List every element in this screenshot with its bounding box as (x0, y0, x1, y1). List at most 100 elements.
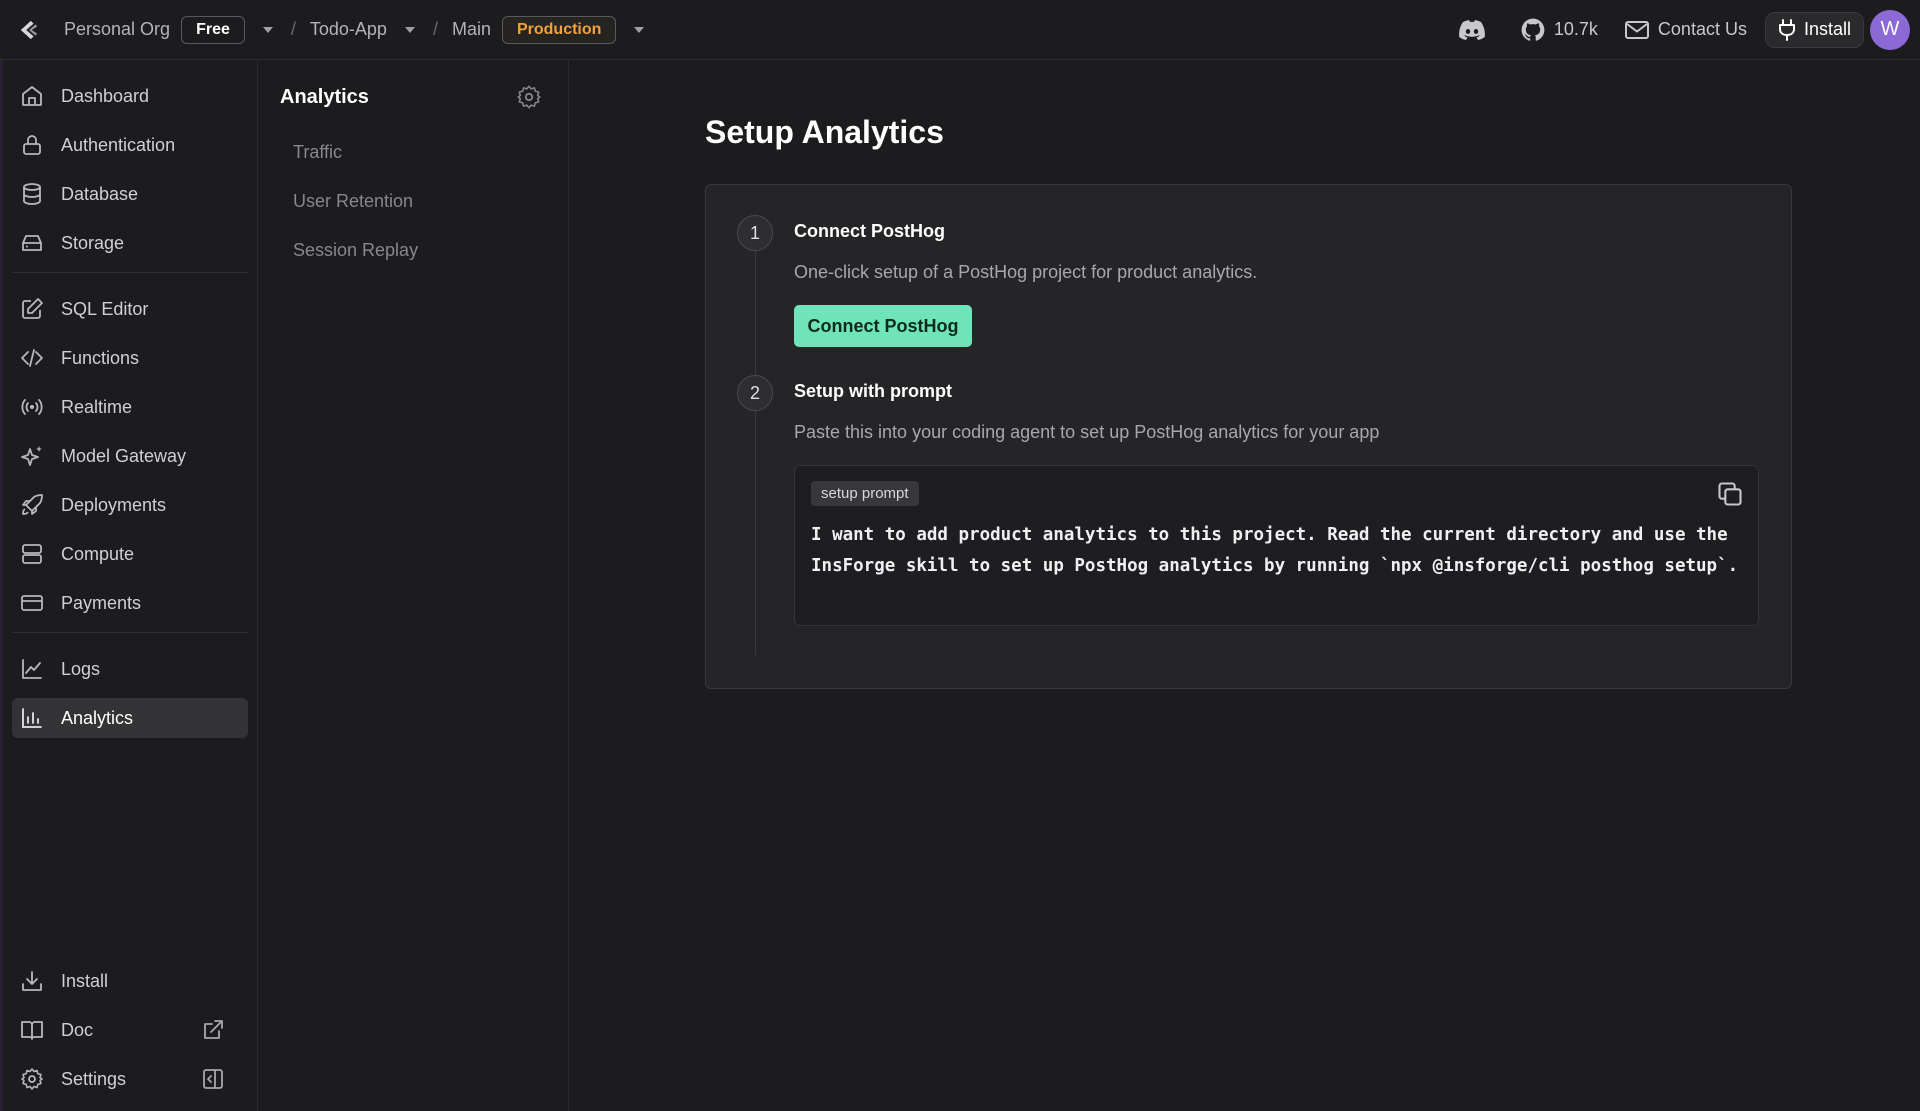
server-icon (22, 544, 42, 564)
top-bar: Personal Org Free / Todo-App / Main Prod… (0, 0, 1920, 60)
step-title: Setup with prompt (794, 381, 952, 401)
sidebar-item-label: Doc (61, 1019, 94, 1040)
sidebar-item-realtime[interactable]: Realtime (12, 387, 248, 427)
copy-icon[interactable] (1716, 480, 1744, 508)
external-link-icon[interactable] (201, 1018, 225, 1042)
sidebar-item-label: Authentication (61, 134, 176, 155)
sidebar-item-label: Dashboard (61, 85, 150, 106)
sidebar-item-dashboard[interactable]: Dashboard (12, 76, 248, 116)
subnav-item-session-replay[interactable]: Session Replay (293, 240, 418, 261)
sidebar-item-label: Deployments (61, 494, 167, 515)
main-content: Setup Analytics 1 Connect PostHog One-cl… (569, 60, 1920, 1111)
branch-dropdown-caret-icon[interactable] (634, 26, 645, 33)
sidebar-item-label: SQL Editor (61, 298, 149, 319)
step-number: 1 (737, 215, 773, 251)
sidebar-item-label: Analytics (61, 707, 134, 728)
sidebar-item-functions[interactable]: Functions (12, 338, 248, 378)
logo-icon[interactable] (18, 19, 40, 41)
broadcast-icon (21, 399, 43, 415)
setup-card: 1 Connect PostHog One-click setup of a P… (705, 184, 1792, 689)
sidebar-item-analytics[interactable]: Analytics (12, 698, 248, 738)
sparkle-icon (21, 446, 42, 466)
sidebar-edge (0, 60, 3, 1111)
sidebar: Dashboard Authentication Database Storag… (0, 60, 258, 1111)
sidebar-item-database[interactable]: Database (12, 174, 248, 214)
sidebar-item-label: Payments (61, 592, 142, 613)
contact-us-label: Contact Us (1657, 19, 1747, 39)
card-icon (21, 595, 43, 611)
sidebar-item-label: Realtime (61, 396, 133, 417)
sidebar-item-label: Storage (61, 232, 125, 253)
sidebar-item-label: Compute (61, 543, 135, 564)
project-name[interactable]: Todo-App (310, 19, 387, 40)
sidebar-item-label: Settings (61, 1068, 127, 1089)
step-description: Paste this into your coding agent to set… (794, 422, 1380, 442)
step-title: Connect PostHog (794, 221, 945, 241)
avatar[interactable]: W (1870, 9, 1910, 50)
sidebar-item-storage[interactable]: Storage (12, 223, 248, 263)
sidebar-item-install[interactable]: Install (12, 961, 248, 1001)
sidebar-item-model-gateway[interactable]: Model Gateway (12, 436, 248, 476)
contact-us-link[interactable]: Contact Us (1624, 19, 1747, 41)
project-dropdown-caret-icon[interactable] (404, 26, 415, 33)
page-title: Setup Analytics (705, 114, 944, 150)
environment-badge: Production (501, 15, 617, 44)
rocket-icon (22, 494, 43, 515)
subnav-item-traffic[interactable]: Traffic (293, 142, 342, 163)
plug-icon (1778, 18, 1795, 41)
step-description: One-click setup of a PostHog project for… (794, 262, 1258, 282)
sidebar-item-authentication[interactable]: Authentication (12, 125, 248, 165)
sidebar-divider (12, 272, 248, 273)
sidebar-item-payments[interactable]: Payments (12, 583, 248, 623)
subnav-title: Analytics (280, 86, 369, 108)
github-icon (1521, 18, 1545, 41)
download-icon (22, 971, 42, 991)
sidebar-item-sql-editor[interactable]: SQL Editor (12, 289, 248, 329)
book-icon (21, 1021, 43, 1040)
bar-chart-icon (22, 708, 42, 728)
discord-link[interactable] (1458, 19, 1494, 41)
mail-icon (1624, 20, 1649, 39)
code-icon (21, 349, 43, 367)
discord-icon (1458, 19, 1485, 40)
storage-icon (22, 235, 42, 251)
database-icon (23, 183, 41, 205)
github-stars-count: 10.7k (1553, 19, 1598, 39)
lock-icon (23, 135, 41, 155)
sidebar-divider (12, 632, 248, 633)
home-icon (22, 86, 42, 106)
sidebar-item-compute[interactable]: Compute (12, 534, 248, 574)
branch-name[interactable]: Main (452, 19, 491, 40)
gear-icon[interactable] (516, 84, 542, 110)
step-number: 2 (737, 375, 773, 411)
subnav-item-user-retention[interactable]: User Retention (293, 191, 413, 212)
sidebar-item-logs[interactable]: Logs (12, 649, 248, 689)
chart-line-icon (22, 659, 42, 679)
edit-icon (22, 298, 43, 319)
sidebar-item-deployments[interactable]: Deployments (12, 485, 248, 525)
org-name[interactable]: Personal Org (64, 19, 170, 40)
setup-prompt-text: I want to add product analytics to this … (811, 525, 1739, 576)
setup-prompt-code-block: setup prompt I want to add product analy… (794, 465, 1759, 626)
install-button-label: Install (1803, 19, 1851, 39)
sidebar-item-label: Database (61, 183, 139, 204)
sidebar-item-label: Model Gateway (61, 445, 187, 466)
sidebar-item-label: Functions (61, 347, 140, 368)
github-link[interactable]: 10.7k (1520, 17, 1598, 43)
sidebar-item-label: Install (61, 970, 109, 991)
collapse-sidebar-icon[interactable] (201, 1067, 225, 1091)
org-dropdown-caret-icon[interactable] (262, 26, 273, 33)
sidebar-item-settings[interactable]: Settings (12, 1059, 248, 1099)
sidebar-item-doc[interactable]: Doc (12, 1010, 248, 1050)
analytics-subnav: Analytics Traffic User Retention Session… (258, 60, 569, 1111)
install-button[interactable]: Install (1764, 11, 1864, 48)
breadcrumb-separator: / (290, 19, 296, 39)
breadcrumb: Personal Org Free / Todo-App / Main Prod… (0, 0, 656, 59)
step-connector (755, 251, 756, 655)
breadcrumb-separator: / (432, 19, 438, 39)
plan-badge: Free (181, 15, 245, 44)
code-tag: setup prompt (811, 481, 919, 506)
connect-posthog-button[interactable]: Connect PostHog (794, 305, 972, 347)
gear-icon (21, 1068, 43, 1090)
sidebar-item-label: Logs (61, 658, 101, 679)
